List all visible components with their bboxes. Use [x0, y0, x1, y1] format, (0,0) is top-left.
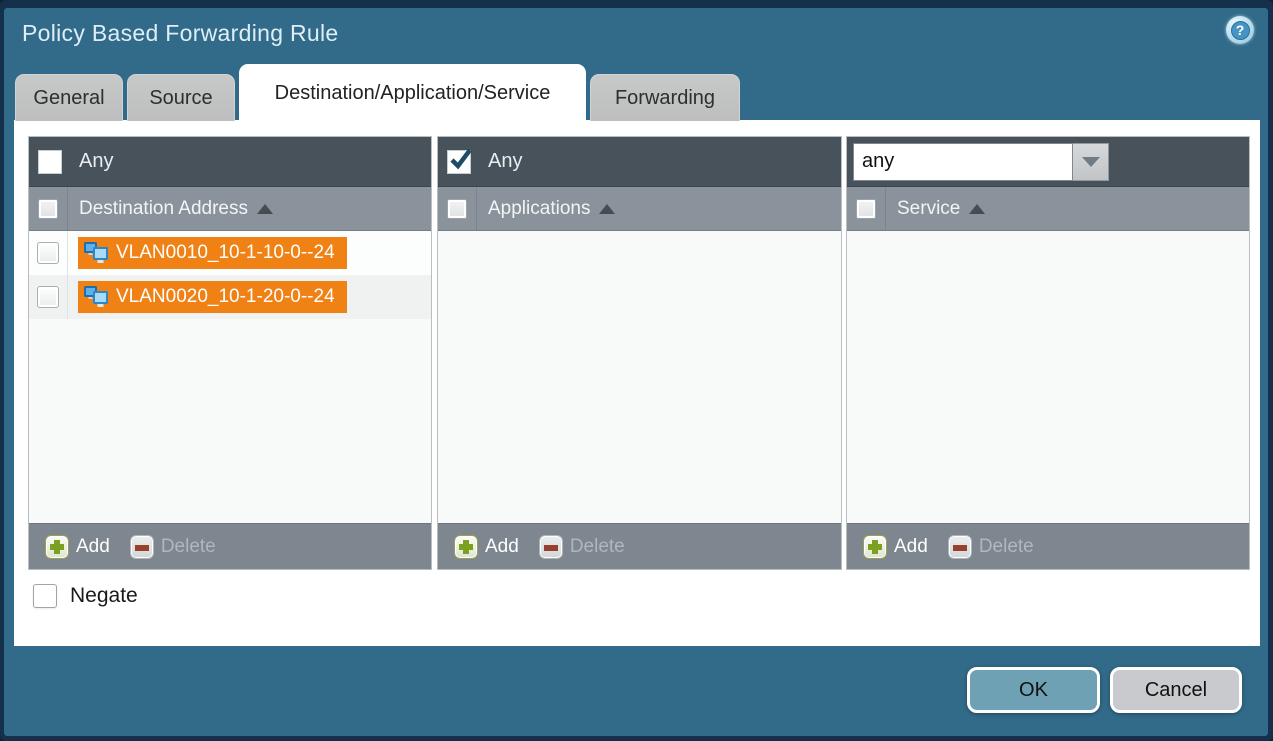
negate-checkbox[interactable] [33, 584, 57, 608]
service-type-dropdown[interactable] [853, 143, 1109, 181]
service-panel: Service Add Delete [846, 136, 1250, 570]
applications-any-label: Any [488, 150, 522, 173]
applications-panel: Any Applications Add Delete [437, 136, 842, 570]
negate-row: Negate [33, 584, 138, 608]
sort-ascending-icon[interactable] [599, 204, 615, 214]
tab-forwarding-label: Forwarding [615, 87, 715, 110]
applications-list [438, 231, 841, 523]
service-column-header-row: Service [847, 187, 1249, 231]
dropdown-arrow-button[interactable] [1073, 143, 1109, 181]
tab-source[interactable]: Source [127, 74, 235, 121]
destination-any-bar: Any [29, 137, 431, 187]
row-checkbox[interactable] [37, 286, 59, 308]
destination-footer: Add Delete [29, 523, 431, 569]
page-title: Policy Based Forwarding Rule [22, 20, 339, 47]
applications-column-header[interactable]: Applications [488, 198, 590, 220]
cancel-button[interactable]: Cancel [1110, 667, 1242, 713]
add-button[interactable]: Add [454, 535, 519, 559]
cancel-button-label: Cancel [1145, 679, 1207, 702]
tab-source-label: Source [149, 87, 212, 110]
service-footer: Add Delete [847, 523, 1249, 569]
address-object-icon [83, 241, 109, 265]
service-type-input[interactable] [853, 143, 1073, 181]
check-mark-icon [446, 146, 474, 174]
help-icon[interactable]: ? [1226, 16, 1254, 44]
delete-button[interactable]: Delete [948, 535, 1034, 559]
destination-any-checkbox[interactable] [38, 150, 62, 174]
service-list [847, 231, 1249, 523]
delete-button[interactable]: Delete [130, 535, 216, 559]
pbf-rule-dialog-frame: Policy Based Forwarding Rule ? General S… [0, 0, 1273, 741]
ok-button-label: OK [1019, 679, 1048, 702]
applications-select-all-checkbox[interactable] [447, 199, 467, 219]
address-label: VLAN0010_10-1-10-0--24 [116, 242, 335, 264]
chevron-down-icon [1082, 157, 1100, 167]
destination-list: VLAN0010_10-1-10-0--24 [29, 231, 431, 523]
destination-column-header[interactable]: Destination Address [79, 198, 248, 220]
destination-any-label: Any [79, 150, 113, 173]
pbf-rule-dialog: Policy Based Forwarding Rule ? General S… [4, 8, 1268, 736]
tab-forwarding[interactable]: Forwarding [590, 74, 740, 121]
destination-column-header-row: Destination Address [29, 187, 431, 231]
negate-label: Negate [70, 584, 138, 608]
service-select-all-checkbox[interactable] [856, 199, 876, 219]
address-chip[interactable]: VLAN0010_10-1-10-0--24 [78, 237, 347, 269]
plus-icon [863, 535, 887, 559]
tab-content: Any Destination Address [14, 120, 1260, 646]
minus-icon [130, 535, 154, 559]
tab-general-label: General [33, 87, 104, 110]
plus-icon [45, 535, 69, 559]
service-column-header[interactable]: Service [897, 198, 960, 220]
tab-destination-label: Destination/Application/Service [275, 82, 551, 105]
applications-footer: Add Delete [438, 523, 841, 569]
tab-destination-application-service[interactable]: Destination/Application/Service [239, 64, 586, 121]
tab-bar: General Source Destination/Application/S… [15, 64, 740, 121]
applications-any-checkbox[interactable] [447, 150, 471, 174]
question-mark-icon: ? [1231, 21, 1250, 40]
add-button[interactable]: Add [863, 535, 928, 559]
plus-icon [454, 535, 478, 559]
add-button[interactable]: Add [45, 535, 110, 559]
destination-address-panel: Any Destination Address [28, 136, 432, 570]
delete-button[interactable]: Delete [539, 535, 625, 559]
sort-ascending-icon[interactable] [257, 204, 273, 214]
row-checkbox[interactable] [37, 242, 59, 264]
tab-general[interactable]: General [15, 74, 123, 121]
sort-ascending-icon[interactable] [969, 204, 985, 214]
address-object-icon [83, 285, 109, 309]
table-row: VLAN0020_10-1-20-0--24 [29, 275, 431, 319]
service-dropdown-bar [847, 137, 1249, 187]
table-row: VLAN0010_10-1-10-0--24 [29, 231, 431, 275]
ok-button[interactable]: OK [967, 667, 1100, 713]
destination-select-all-checkbox[interactable] [38, 199, 58, 219]
applications-column-header-row: Applications [438, 187, 841, 231]
address-chip[interactable]: VLAN0020_10-1-20-0--24 [78, 281, 347, 313]
minus-icon [948, 535, 972, 559]
address-label: VLAN0020_10-1-20-0--24 [116, 286, 335, 308]
minus-icon [539, 535, 563, 559]
applications-any-bar: Any [438, 137, 841, 187]
